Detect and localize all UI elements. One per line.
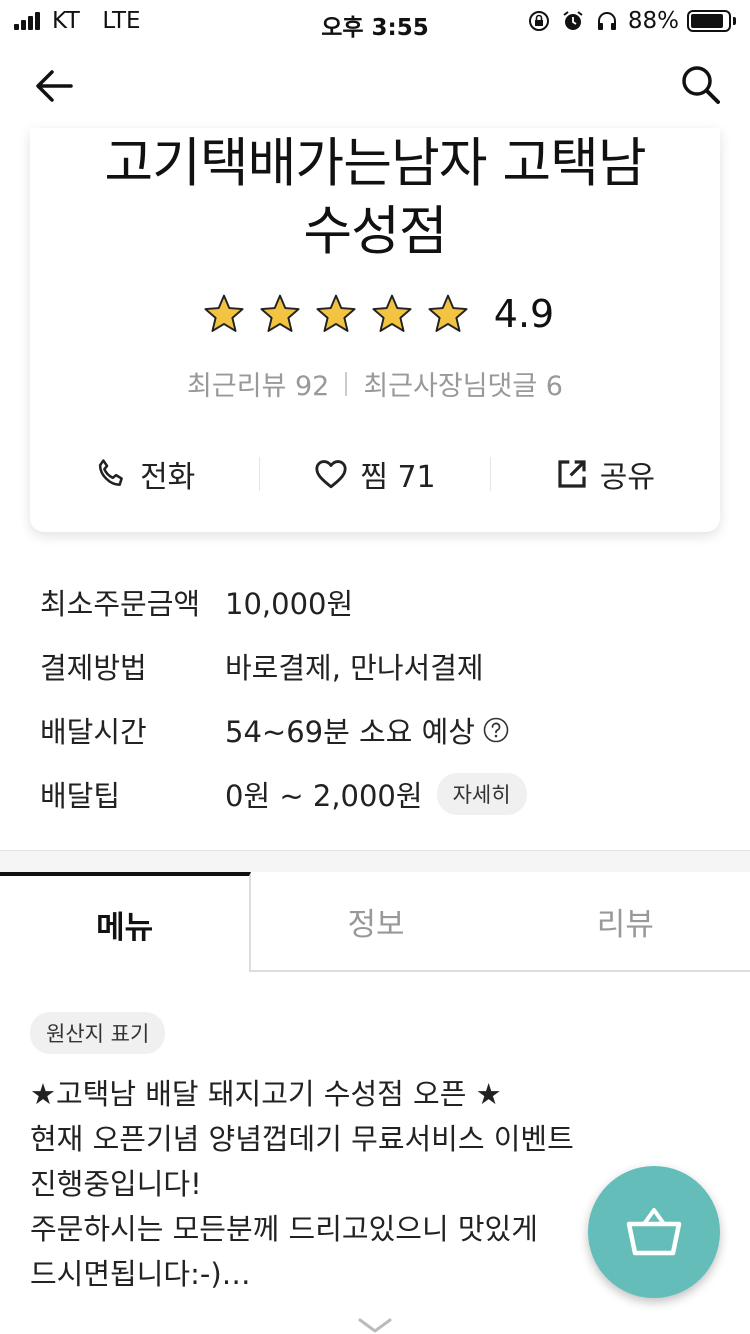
star-icon (428, 294, 468, 332)
star-icon (260, 294, 300, 332)
battery-percent: 88% (627, 8, 679, 34)
min-order-label: 최소주문금액 (40, 587, 201, 621)
star-icon (204, 294, 244, 332)
payment-label: 결제방법 (40, 651, 147, 685)
headphones-icon (596, 10, 618, 32)
back-button[interactable] (30, 62, 78, 110)
action-row: 전화 찜 71 공유 (30, 444, 720, 504)
delivery-time-value: 54~69분 소요 예상 (225, 715, 475, 749)
store-notice: ★고택남 배달 돼지고기 수성점 오픈 ★ 현재 오픈기념 양념껍데기 무료서비… (30, 1077, 574, 1291)
min-order-row: 최소주문금액 10,000원 (40, 570, 720, 634)
delivery-tip-row: 배달팁 0원 ~ 2,000원 자세히 (40, 762, 720, 826)
store-card: 고기택배가는남자 고택남 수성점 4.9 최근리뷰 92 최근사장님댓글 6 전… (30, 128, 720, 532)
like-label: 찜 71 (360, 460, 436, 495)
tab-bar: 메뉴 정보 리뷰 (0, 872, 750, 972)
expand-button[interactable] (356, 1318, 394, 1334)
store-page: KT LTE 오후 3:55 88% 고기택배가는남자 고택남 수성점 4.9 … (0, 0, 750, 1334)
store-name-line1: 고기택배가는남자 고택남 (104, 133, 646, 194)
heart-icon (315, 460, 347, 489)
rotation-lock-icon (528, 10, 550, 32)
store-info: 최소주문금액 10,000원 결제방법 바로결제, 만나서결제 배달시간 54~… (40, 570, 720, 826)
delivery-tip-wrap: 0원 ~ 2,000원 자세히 (225, 773, 527, 815)
arrow-left-icon (36, 70, 73, 102)
payment-row: 결제방법 바로결제, 만나서결제 (40, 634, 720, 698)
alarm-icon (562, 10, 584, 32)
tab-menu[interactable]: 메뉴 (0, 872, 252, 972)
rating-row: 4.9 (30, 292, 720, 336)
delivery-time-row: 배달시간 54~69분 소요 예상 (40, 698, 720, 762)
chevron-down-icon (358, 1318, 392, 1333)
delivery-tip-label: 배달팁 (40, 779, 121, 813)
owner-replies-link[interactable]: 최근사장님댓글 6 (363, 364, 563, 403)
delivery-time-label: 배달시간 (40, 715, 147, 749)
star-icon (372, 294, 412, 332)
like-button[interactable]: 찜 71 (260, 452, 489, 496)
divider (345, 371, 348, 396)
rating-value: 4.9 (493, 292, 555, 336)
status-bar: KT LTE 오후 3:55 88% (0, 0, 750, 41)
share-icon (558, 460, 586, 488)
recent-reviews-link[interactable]: 최근리뷰 92 (187, 364, 329, 403)
review-summary: 최근리뷰 92 최근사장님댓글 6 (30, 364, 720, 403)
min-order-value: 10,000원 (225, 587, 354, 621)
section-divider (0, 850, 750, 872)
battery-icon (687, 10, 736, 32)
share-button[interactable]: 공유 (491, 452, 720, 496)
delivery-tip-value: 0원 ~ 2,000원 (225, 779, 423, 813)
basket-icon (626, 1208, 682, 1256)
origin-label-button[interactable]: 원산지 표기 (30, 1012, 166, 1054)
store-name-line2: 수성점 (303, 201, 447, 262)
call-label: 전화 (140, 460, 196, 495)
tab-info[interactable]: 정보 (251, 872, 501, 972)
phone-icon (98, 459, 123, 487)
share-label: 공유 (599, 460, 655, 495)
star-icon (316, 294, 356, 332)
cart-button[interactable] (588, 1166, 720, 1298)
delivery-time-wrap: 54~69분 소요 예상 (225, 709, 509, 751)
status-right: 88% (516, 8, 736, 34)
call-button[interactable]: 전화 (30, 452, 259, 496)
tab-reviews[interactable]: 리뷰 (500, 872, 750, 972)
detail-button[interactable]: 자세히 (436, 773, 527, 815)
search-button[interactable] (676, 60, 724, 108)
payment-value: 바로결제, 만나서결제 (225, 651, 484, 685)
search-icon (682, 66, 720, 104)
store-name: 고기택배가는남자 고택남 수성점 (30, 130, 720, 266)
help-icon[interactable] (483, 717, 509, 743)
